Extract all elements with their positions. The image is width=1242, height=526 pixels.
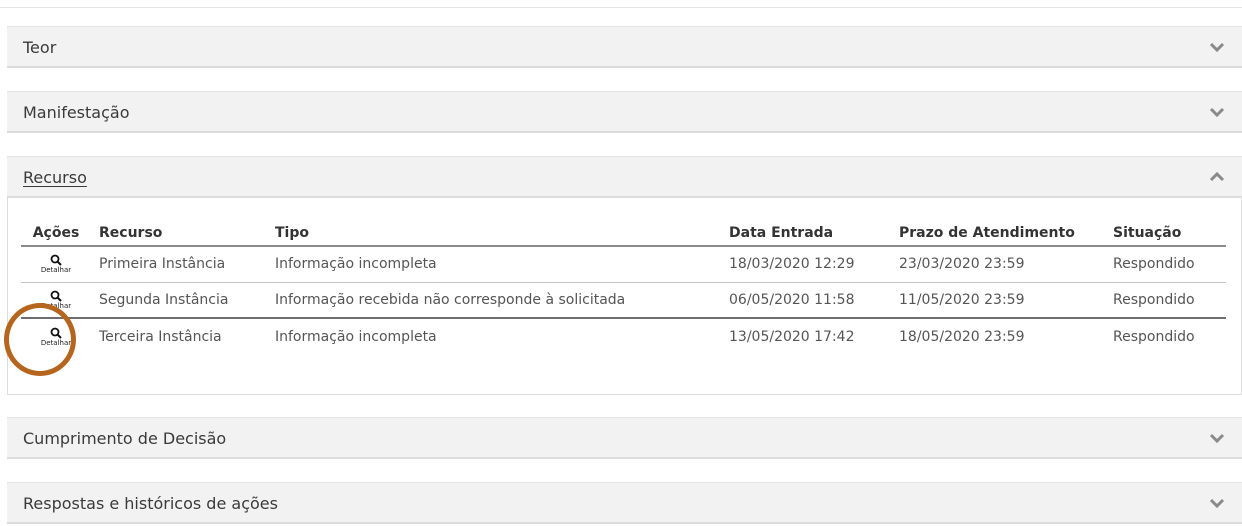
header-tipo: Tipo (267, 220, 721, 247)
panel-manifestacao: Manifestação (7, 91, 1242, 133)
table-row: Detalhar Primeira Instância Informação i… (21, 246, 1226, 283)
chevron-down-icon[interactable] (1208, 40, 1226, 54)
cell-situacao: Respondido (1105, 246, 1226, 283)
actions-cell: Detalhar (21, 318, 91, 354)
cell-prazo: 23/03/2020 23:59 (891, 246, 1105, 283)
panel-cumprimento-title: Cumprimento de Decisão (23, 429, 227, 448)
panel-teor-title: Teor (23, 38, 57, 57)
magnifier-icon (50, 327, 62, 339)
cell-prazo: 11/05/2020 23:59 (891, 282, 1105, 319)
panel-recurso-title[interactable]: Recurso (23, 168, 87, 187)
cell-prazo: 18/05/2020 23:59 (899, 328, 1025, 345)
panel-respostas-title: Respostas e históricos de ações (23, 494, 278, 513)
header-situacao: Situação (1105, 220, 1226, 247)
magnifier-icon (50, 254, 62, 266)
table-row: Detalhar Terceira Instância Informação i… (21, 318, 1226, 354)
panel-respostas-header[interactable]: Respostas e históricos de ações (7, 482, 1242, 524)
chevron-down-icon[interactable] (1208, 496, 1226, 510)
cell-tipo: Informação incompleta (267, 246, 721, 283)
panel-cumprimento: Cumprimento de Decisão (7, 417, 1242, 459)
panel-cumprimento-header[interactable]: Cumprimento de Decisão (7, 417, 1242, 459)
cell-data-entrada: 13/05/2020 17:42 (729, 328, 855, 345)
top-divider (0, 0, 1242, 8)
panel-recurso: Recurso Ações Recurso Tipo Data Entrada … (7, 156, 1242, 395)
chevron-down-icon[interactable] (1208, 431, 1226, 445)
chevron-down-icon[interactable] (1208, 105, 1226, 119)
panel-respostas: Respostas e históricos de ações (7, 482, 1242, 524)
detail-button[interactable]: Detalhar (41, 254, 71, 274)
cell-data-entrada: 18/03/2020 12:29 (721, 246, 891, 283)
cell-tipo: Informação recebida não corresponde à so… (267, 282, 721, 319)
detail-label: Detalhar (40, 301, 72, 310)
detail-button[interactable]: Detalhar (41, 327, 71, 347)
cell-recurso: Segunda Instância (91, 282, 267, 319)
detail-label: Detalhar (40, 266, 72, 275)
cell-situacao: Respondido (1105, 282, 1226, 319)
header-data-entrada: Data Entrada (721, 220, 891, 247)
cell-data-entrada: 06/05/2020 11:58 (721, 282, 891, 319)
chevron-up-icon[interactable] (1208, 170, 1226, 184)
header-acoes: Ações (21, 220, 91, 247)
magnifier-icon (50, 290, 62, 302)
panel-recurso-header[interactable]: Recurso (7, 156, 1242, 198)
panel-manifestacao-title: Manifestação (23, 103, 130, 122)
table-header-row: Ações Recurso Tipo Data Entrada Prazo de… (21, 220, 1226, 247)
panel-manifestacao-header[interactable]: Manifestação (7, 91, 1242, 133)
cell-tipo: Informação incompleta (275, 328, 437, 345)
recurso-table: Ações Recurso Tipo Data Entrada Prazo de… (21, 220, 1226, 354)
header-prazo: Prazo de Atendimento (891, 220, 1105, 247)
detail-label: Detalhar (40, 338, 72, 347)
panel-teor-header[interactable]: Teor (7, 26, 1242, 68)
panel-teor: Teor (7, 26, 1242, 68)
header-recurso: Recurso (91, 220, 267, 247)
cell-situacao: Respondido (1113, 328, 1195, 345)
cell-recurso: Terceira Instância (99, 328, 222, 345)
cell-recurso: Primeira Instância (91, 246, 267, 283)
panel-recurso-body: Ações Recurso Tipo Data Entrada Prazo de… (7, 198, 1242, 395)
actions-cell: Detalhar (21, 246, 91, 283)
actions-cell: Detalhar (21, 282, 91, 319)
table-row: Detalhar Segunda Instância Informação re… (21, 282, 1226, 319)
detail-button[interactable]: Detalhar (41, 290, 71, 310)
